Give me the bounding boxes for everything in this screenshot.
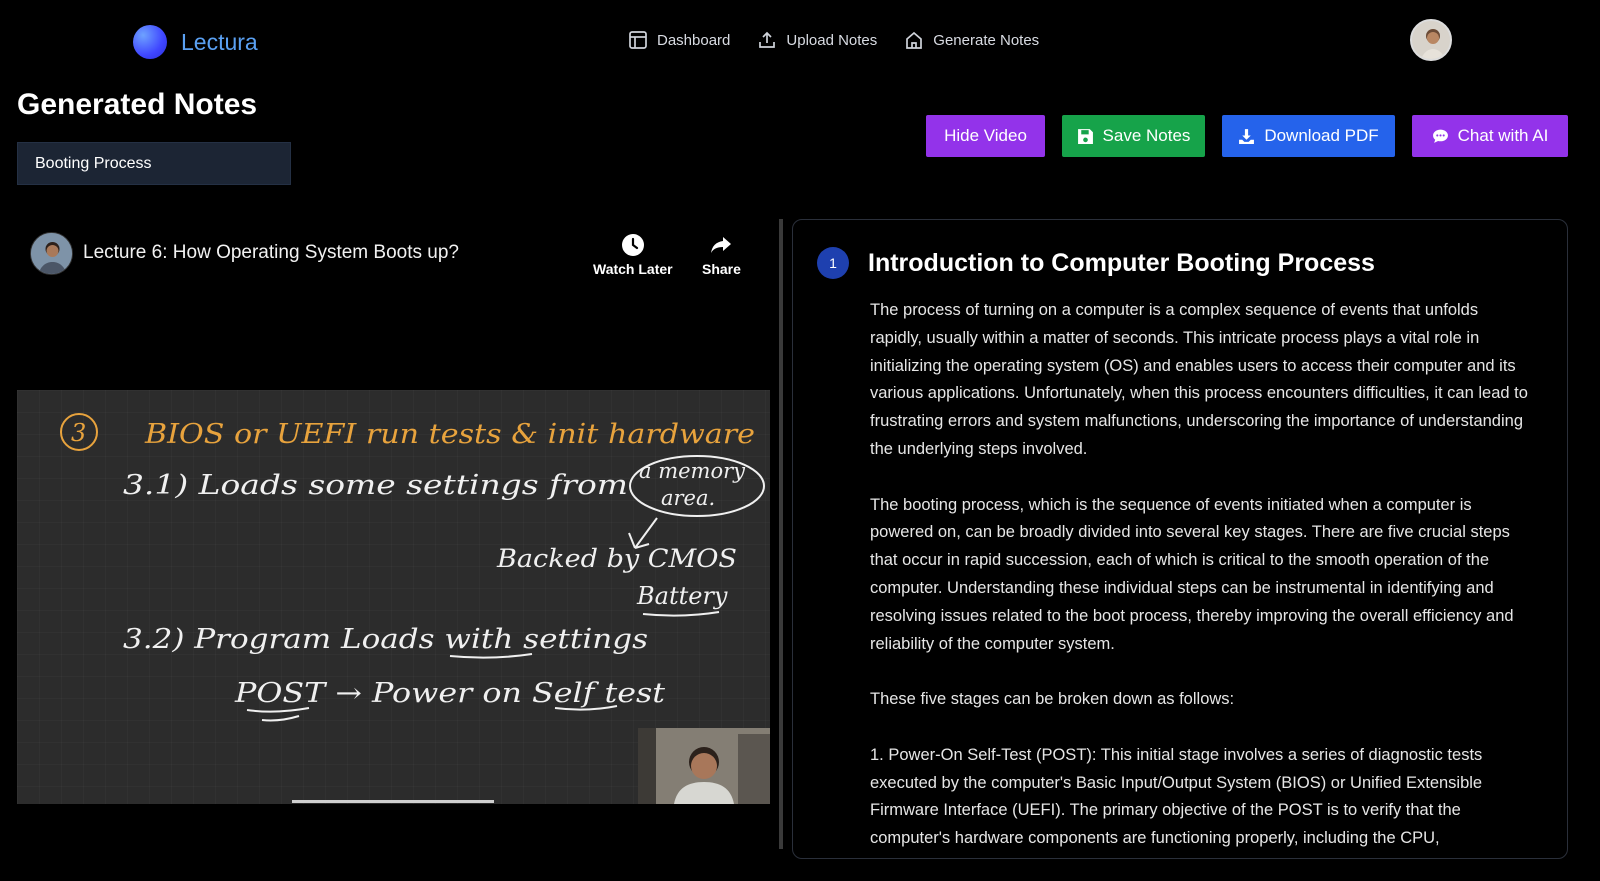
nav-links: Dashboard Upload Notes Generate Notes [628,30,1039,50]
channel-avatar[interactable] [30,232,73,275]
nav-link-label: Generate Notes [933,31,1040,49]
download-pdf-button[interactable]: Download PDF [1222,115,1395,157]
hide-video-button[interactable]: Hide Video [926,115,1045,157]
nav-link-generate-notes[interactable]: Generate Notes [904,30,1039,50]
download-pdf-label: Download PDF [1264,126,1379,145]
share-label: Share [702,261,741,277]
video-progress-bar[interactable] [292,800,494,803]
board-line-3: 3.2) Program Loads with settings [123,624,648,655]
section-title: Introduction to Computer Booting Process [868,249,1375,277]
save-icon [1077,128,1093,144]
share-button[interactable]: Share [702,233,741,277]
board-battery: Battery [636,582,728,610]
save-notes-label: Save Notes [1102,126,1191,145]
presenter-webcam [638,728,770,804]
nav-link-dashboard[interactable]: Dashboard [628,30,730,50]
board-backed: Backed by CMOS [496,544,737,573]
notes-paragraph: These five stages can be broken down as … [870,690,1235,709]
chat-with-ai-button[interactable]: Chat with AI [1412,115,1568,157]
download-icon [1239,128,1255,144]
chat-icon [1432,129,1448,143]
board-line-2: 3.1) Loads some settings from [123,470,628,501]
top-nav: Lectura Dashboard Upload Notes Generate … [0,0,1600,84]
share-icon [711,237,732,253]
dashboard-icon [629,31,647,49]
channel-avatar-image [31,233,72,274]
nav-link-upload-notes[interactable]: Upload Notes [757,30,877,50]
board-bubble-line-2: area. [661,486,715,510]
user-avatar-image [1412,21,1450,59]
video-frame-whiteboard[interactable]: 3 BIOS or UEFI run tests & init hardware… [17,390,770,804]
board-line-4: POST → Power on Self test [234,678,665,709]
notes-paragraph: 1. Power-On Self-Test (POST): This initi… [870,745,1483,848]
brand-name: Lectura [181,28,258,55]
hide-video-label: Hide Video [944,126,1027,145]
brand-logo[interactable]: Lectura [133,25,258,59]
clock-icon [621,234,644,256]
presenter-webcam-image [638,728,770,804]
section-number-badge: 1 [817,247,849,279]
watch-later-button[interactable]: Watch Later [593,233,673,277]
page-title: Generated Notes [17,88,258,121]
topic-field[interactable]: Booting Process [17,142,291,185]
board-number: 3 [71,419,86,447]
upload-icon [759,31,776,48]
nav-link-label: Dashboard [657,31,731,49]
brand-dot-icon [133,25,167,59]
panel-divider[interactable] [779,219,783,849]
nav-link-label: Upload Notes [786,31,878,49]
video-title[interactable]: Lecture 6: How Operating System Boots up… [83,242,459,264]
notes-body: The process of turning on a computer is … [870,297,1530,881]
board-line-1: BIOS or UEFI run tests & init hardware [144,419,755,450]
chat-with-ai-label: Chat with AI [1457,126,1549,145]
notes-paragraph: The booting process, which is the sequen… [870,495,1514,653]
watch-later-label: Watch Later [593,261,673,277]
home-icon [906,31,923,49]
save-notes-button[interactable]: Save Notes [1062,115,1205,157]
notes-paragraph: The process of turning on a computer is … [870,301,1528,458]
user-avatar[interactable] [1410,19,1452,61]
board-bubble-line-1: a memory [639,459,746,483]
